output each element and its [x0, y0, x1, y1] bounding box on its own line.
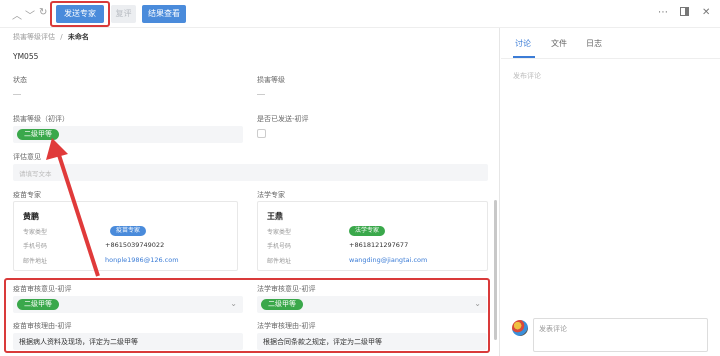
legal-expert-label: 法学专家 [257, 191, 285, 199]
legal-expert-card[interactable]: 王鼎 专家类型 法学专家 手机号码 +8618121297677 邮件地址 wa… [257, 201, 488, 271]
more-icon[interactable]: ⋯ [658, 7, 668, 18]
vaccine-email-link[interactable]: honple1986@126.com [105, 256, 179, 264]
damage-level-label: 损害等级 [257, 76, 285, 84]
breadcrumb: 损害等级评估 / 未命名 [13, 33, 89, 41]
opinion-label: 评估意见 [13, 153, 41, 161]
tab-logs[interactable]: 日志 [586, 38, 602, 49]
sent-checkbox[interactable] [257, 129, 266, 138]
vaccine-type-badge: 疫苗专家 [110, 226, 147, 236]
view-results-button[interactable]: 结果查看 [142, 5, 186, 23]
sidebar-toggle-icon[interactable] [680, 7, 689, 19]
opinion-input[interactable]: 请填写文本 [13, 164, 488, 181]
main-form: 损害等级评估 / 未命名 YM055 状态 损害等级 损害等级（初评） 二级甲等… [0, 28, 500, 356]
tab-divider [501, 58, 720, 59]
tab-discussion[interactable]: 讨论 [515, 38, 531, 49]
status-label: 状态 [13, 76, 27, 84]
avatar [512, 320, 528, 336]
comment-placeholder: 发表评论 [539, 325, 567, 333]
legal-type-badge: 法学专家 [349, 226, 386, 236]
discussion-panel: 讨论 文件 日志 发布评论 发表评论 [501, 28, 720, 356]
vaccine-expert-name: 黄鹏 [23, 212, 39, 221]
vaccine-expert-label: 疫苗专家 [13, 191, 41, 199]
chevron-down-icon[interactable]: ﹀ [25, 7, 35, 22]
page: ︿ ﹀ ↻ 发送专家 复评 结果查看 ⋯ ✕ 损害等级评估 / 未命名 YM05… [0, 0, 720, 356]
initial-level-select[interactable]: 二级甲等 [13, 126, 243, 143]
vaccine-expert-card[interactable]: 黄鹏 专家类型 疫苗专家 手机号码 +8615039749022 邮件地址 ho… [13, 201, 238, 271]
chevron-up-icon[interactable]: ︿ [12, 7, 22, 22]
breadcrumb-parent[interactable]: 损害等级评估 [13, 33, 55, 41]
vaccine-phone: +8615039749022 [105, 241, 165, 249]
main-scrollbar[interactable] [494, 200, 497, 340]
initial-level-pill: 二级甲等 [17, 129, 59, 140]
record-id: YM055 [13, 52, 39, 61]
legal-phone: +8618121297677 [349, 241, 409, 249]
legal-email-link[interactable]: wangding@jiangtai.com [349, 256, 427, 264]
initial-level-label: 损害等级（初评） [13, 115, 69, 123]
review-button[interactable]: 复评 [111, 5, 136, 23]
send-expert-highlight [50, 1, 110, 27]
sent-label: 是否已发送-初评 [257, 115, 309, 123]
opinion-placeholder: 请填写文本 [19, 170, 52, 178]
close-icon[interactable]: ✕ [702, 7, 710, 18]
breadcrumb-current: 未命名 [67, 33, 89, 41]
post-comment-placeholder: 发布评论 [513, 72, 541, 80]
tab-files[interactable]: 文件 [551, 38, 567, 49]
damage-level-empty [257, 94, 265, 95]
comment-input[interactable]: 发表评论 [533, 318, 708, 352]
toolbar: ︿ ﹀ ↻ 发送专家 复评 结果查看 ⋯ ✕ [0, 0, 720, 28]
review-section-highlight [4, 278, 490, 353]
refresh-icon[interactable]: ↻ [39, 7, 47, 18]
status-empty [13, 94, 21, 95]
legal-expert-name: 王鼎 [267, 212, 283, 221]
